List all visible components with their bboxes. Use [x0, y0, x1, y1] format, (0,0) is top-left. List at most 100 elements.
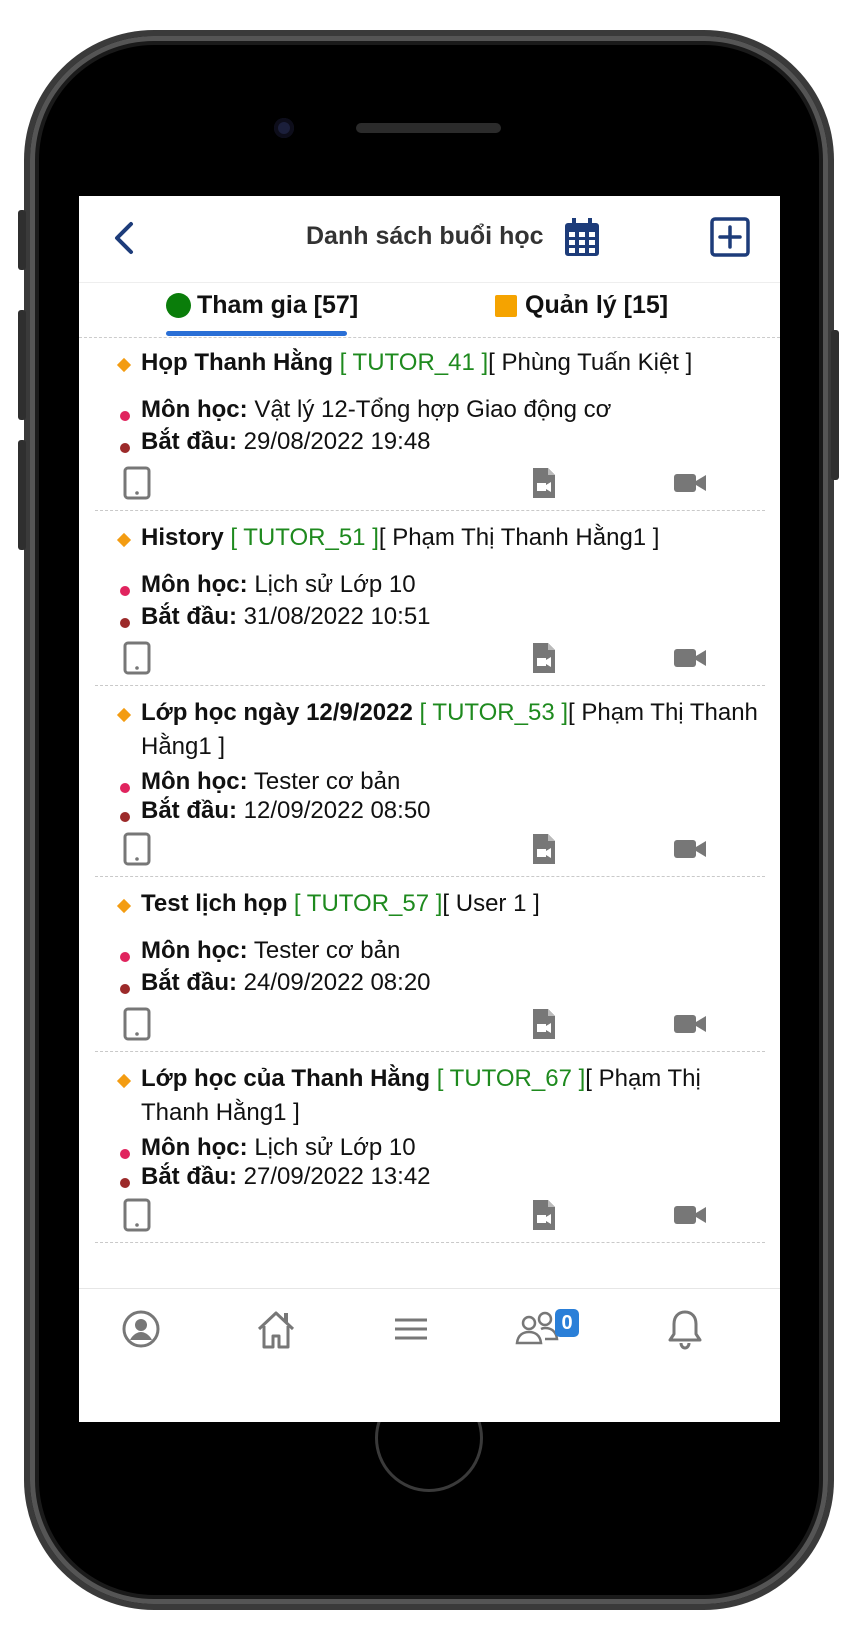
session-list: Họp Thanh Hằng [ TUTOR_41 ][ Phùng Tuấn … — [95, 338, 765, 1243]
session-code: [ TUTOR_67 ] — [436, 1065, 586, 1092]
session-start: Bắt đầu: 31/08/2022 10:51 — [95, 601, 765, 633]
subject-label: Môn học: — [141, 571, 248, 598]
session-code: [ TUTOR_53 ] — [419, 699, 569, 726]
session-host: [ Phùng Tuấn Kiệt ] — [488, 349, 693, 376]
start-value: 31/08/2022 10:51 — [243, 603, 431, 630]
home-icon[interactable] — [254, 1307, 298, 1351]
session-card[interactable]: Lớp học ngày 12/9/2022 [ TUTOR_53 ][ Phạ… — [95, 686, 765, 877]
document-video-icon[interactable] — [527, 641, 561, 675]
session-name: History — [141, 524, 224, 551]
active-tab-indicator — [166, 331, 347, 336]
session-start: Bắt đầu: 24/09/2022 08:20 — [95, 967, 765, 999]
tab-managing-label: Quản lý [15] — [525, 291, 669, 319]
subject-value: Lịch sử Lớp 10 — [254, 571, 416, 598]
profile-icon[interactable] — [119, 1307, 163, 1351]
session-code: [ TUTOR_57 ] — [293, 890, 443, 917]
tablet-icon[interactable] — [120, 1007, 154, 1041]
menu-icon[interactable] — [389, 1307, 433, 1351]
subject-value: Tester cơ bản — [253, 937, 401, 964]
tablet-icon[interactable] — [120, 466, 154, 500]
red-bullet-icon — [120, 618, 130, 628]
tablet-icon[interactable] — [120, 641, 154, 675]
tablet-icon[interactable] — [120, 832, 154, 866]
start-value: 12/09/2022 08:50 — [243, 797, 431, 824]
calendar-icon[interactable] — [562, 216, 602, 258]
session-actions — [95, 1190, 765, 1242]
session-actions — [95, 633, 765, 685]
session-card[interactable]: Test lịch họp [ TUTOR_57 ][ User 1 ] Môn… — [95, 877, 765, 1052]
video-camera-icon[interactable] — [673, 466, 707, 500]
session-actions — [95, 999, 765, 1051]
front-camera — [274, 118, 294, 138]
session-title: Lớp học ngày 12/9/2022 [ TUTOR_53 ][ Phạ… — [95, 696, 765, 764]
group-badge: 0 — [555, 1309, 579, 1337]
document-video-icon[interactable] — [527, 832, 561, 866]
start-value: 27/09/2022 13:42 — [243, 1163, 431, 1190]
session-subject: Môn học: Vật lý 12-Tổng hợp Giao động cơ — [95, 394, 765, 426]
red-bullet-icon — [120, 812, 130, 822]
earpiece-speaker — [356, 123, 501, 133]
video-camera-icon[interactable] — [673, 832, 707, 866]
pink-bullet-icon — [120, 952, 130, 962]
tablet-icon[interactable] — [120, 1198, 154, 1232]
video-camera-icon[interactable] — [673, 1007, 707, 1041]
start-value: 29/08/2022 19:48 — [243, 428, 431, 455]
subject-label: Môn học: — [141, 937, 248, 964]
session-name: Lớp học ngày 12/9/2022 — [141, 699, 413, 726]
session-title: Lớp học của Thanh Hằng [ TUTOR_67 ][ Phạ… — [95, 1062, 765, 1130]
pink-bullet-icon — [120, 1149, 130, 1159]
diamond-bullet-icon — [116, 898, 132, 914]
subject-value: Vật lý 12-Tổng hợp Giao động cơ — [254, 396, 612, 423]
session-start: Bắt đầu: 27/09/2022 13:42 — [95, 1164, 765, 1190]
session-code: [ TUTOR_41 ] — [339, 349, 489, 376]
back-arrow-icon[interactable] — [105, 218, 145, 258]
mute-switch — [18, 210, 26, 270]
session-code: [ TUTOR_51 ] — [230, 524, 379, 551]
session-host: [ Phạm Thị Thanh Hằng1 ] — [378, 524, 660, 551]
video-camera-icon[interactable] — [673, 1198, 707, 1232]
add-session-icon[interactable] — [709, 216, 751, 258]
session-subject: Môn học: Tester cơ bản — [95, 766, 765, 798]
session-subject: Môn học: Lịch sử Lớp 10 — [95, 1132, 765, 1164]
pink-bullet-icon — [120, 411, 130, 421]
start-label: Bắt đầu: — [141, 969, 237, 996]
subject-label: Môn học: — [141, 396, 248, 423]
diamond-bullet-icon — [116, 1073, 132, 1089]
volume-up-button — [18, 310, 26, 420]
app-header: Danh sách buổi học — [79, 196, 780, 283]
subject-label: Môn học: — [141, 1134, 248, 1161]
session-card[interactable]: Họp Thanh Hằng [ TUTOR_41 ][ Phùng Tuấn … — [95, 338, 765, 511]
session-card[interactable]: History [ TUTOR_51 ][ Phạm Thị Thanh Hằn… — [95, 511, 765, 686]
tab-managing[interactable]: Quản lý [15] — [495, 291, 668, 320]
document-video-icon[interactable] — [527, 1007, 561, 1041]
bell-icon[interactable] — [663, 1307, 707, 1351]
diamond-bullet-icon — [116, 532, 132, 548]
video-camera-icon[interactable] — [673, 641, 707, 675]
session-title: Test lịch họp [ TUTOR_57 ][ User 1 ] — [95, 887, 765, 921]
diamond-bullet-icon — [116, 357, 132, 373]
tab-participating[interactable]: Tham gia [57] — [166, 291, 358, 320]
subject-value: Lịch sử Lớp 10 — [254, 1134, 416, 1161]
session-title: Họp Thanh Hằng [ TUTOR_41 ][ Phùng Tuấn … — [95, 346, 765, 380]
session-name: Test lịch họp — [141, 890, 288, 917]
diamond-bullet-icon — [116, 707, 132, 723]
red-bullet-icon — [120, 443, 130, 453]
session-subject: Môn học: Lịch sử Lớp 10 — [95, 569, 765, 601]
session-start: Bắt đầu: 12/09/2022 08:50 — [95, 798, 765, 824]
session-actions — [95, 824, 765, 876]
subject-label: Môn học: — [141, 768, 248, 795]
app-screen: Danh sách buổi học Tham gia [57] Quản lý — [79, 196, 780, 1422]
pink-bullet-icon — [120, 586, 130, 596]
subject-value: Tester cơ bản — [253, 768, 401, 795]
pink-bullet-icon — [120, 783, 130, 793]
document-video-icon[interactable] — [527, 1198, 561, 1232]
tab-participating-label: Tham gia [57] — [197, 291, 359, 319]
volume-down-button — [18, 440, 26, 550]
session-card[interactable]: Lớp học của Thanh Hằng [ TUTOR_67 ][ Phạ… — [95, 1052, 765, 1243]
document-video-icon[interactable] — [527, 466, 561, 500]
bottom-nav: 0 — [79, 1288, 780, 1422]
green-dot-icon — [166, 293, 191, 318]
start-label: Bắt đầu: — [141, 428, 237, 455]
session-host: [ User 1 ] — [442, 890, 540, 917]
tab-bar: Tham gia [57] Quản lý [15] — [79, 283, 780, 338]
